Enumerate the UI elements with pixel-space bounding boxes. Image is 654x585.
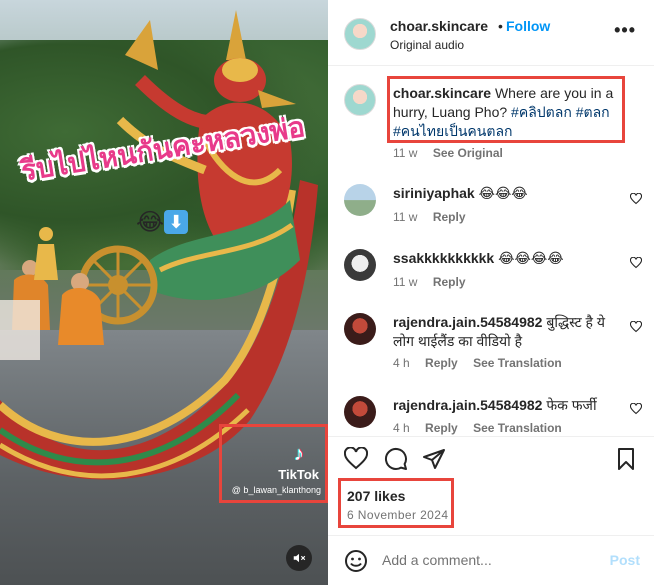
comment-text: siriniyaphak 😂😂😂 — [393, 184, 613, 203]
author-username[interactable]: choar.skincare — [390, 18, 488, 34]
speaker-muted-icon[interactable] — [286, 545, 312, 571]
comment-text: ssakkkkkkkkkk 😂😂😂😂 — [393, 249, 613, 268]
follow-button[interactable]: Follow — [506, 18, 550, 34]
comment-meta: 4 h Reply See Translation — [393, 356, 562, 370]
caption-avatar[interactable] — [344, 84, 376, 116]
comment-body: फेक फर्जी — [546, 397, 597, 413]
likes-count[interactable]: 207 likes — [347, 488, 405, 504]
see-translation-link[interactable]: See Translation — [473, 421, 562, 435]
commenter-username[interactable]: rajendra.jain.54584982 — [393, 314, 542, 330]
comment-meta: 11 w Reply — [393, 275, 466, 289]
author-avatar[interactable] — [344, 18, 376, 50]
video-player[interactable]: รีบไปไหนกันคะหลวงพ่อ 😂 ⬇ ♪ TikTok @ b_la… — [0, 0, 328, 585]
comment-time: 4 h — [393, 421, 410, 435]
likes-highlight: 207 likes 6 November 2024 — [338, 478, 454, 528]
share-icon[interactable] — [422, 447, 446, 471]
comment-body: 😂😂😂 — [478, 185, 528, 201]
comment-time: 11 w — [393, 210, 418, 224]
down-arrow-emoji-icon: ⬇ — [164, 210, 188, 234]
comment-meta: 4 h Reply See Translation — [393, 421, 562, 435]
caption-hashtag[interactable]: #คลิปตลก — [511, 104, 572, 120]
tiktok-watermark-brand: TikTok — [278, 467, 319, 482]
emoji-icon[interactable] — [344, 549, 368, 573]
commenter-avatar[interactable] — [344, 313, 376, 345]
comment-body: 😂😂😂😂 — [498, 250, 564, 266]
laughing-emoji-icon: 😂 — [136, 209, 165, 236]
reply-button[interactable]: Reply — [425, 421, 458, 435]
comment-meta: 11 w Reply — [393, 210, 466, 224]
reply-button[interactable]: Reply — [433, 210, 466, 224]
caption-username[interactable]: choar.skincare — [393, 85, 491, 101]
bookmark-icon[interactable] — [614, 447, 638, 471]
caption-hashtag[interactable]: #ตลก — [576, 104, 610, 120]
caption-time: 11 w — [393, 146, 418, 160]
caption-hashtag[interactable]: #คนไทยเป็นคนตลก — [393, 123, 513, 139]
post-side-panel: choar.skincare • Follow Original audio •… — [328, 0, 654, 585]
comment-composer: Add a comment... Post — [328, 535, 654, 585]
heart-icon[interactable] — [630, 193, 642, 205]
tiktok-watermark-user: @ b_lawan_klanthong — [231, 485, 321, 495]
heart-icon[interactable] — [630, 257, 642, 269]
reply-button[interactable]: Reply — [433, 275, 466, 289]
commenter-username[interactable]: rajendra.jain.54584982 — [393, 397, 542, 413]
commenter-avatar[interactable] — [344, 249, 376, 281]
post-caption: choar.skincare Where are you in a hurry,… — [393, 84, 621, 141]
post-date: 6 November 2024 — [347, 508, 449, 522]
comment-time: 4 h — [393, 356, 410, 370]
audio-label[interactable]: Original audio — [390, 38, 464, 52]
more-options-icon[interactable]: ••• — [614, 20, 636, 41]
comment-input[interactable]: Add a comment... — [382, 552, 492, 568]
heart-icon[interactable] — [344, 447, 368, 471]
tiktok-watermark-highlight: ♪ TikTok @ b_lawan_klanthong — [219, 424, 328, 503]
commenter-username[interactable]: siriniyaphak — [393, 185, 475, 201]
commenter-avatar[interactable] — [344, 396, 376, 428]
header-separator: • — [498, 18, 503, 34]
heart-icon[interactable] — [630, 403, 642, 415]
post-header: choar.skincare • Follow Original audio •… — [328, 0, 654, 66]
commenter-username[interactable]: ssakkkkkkkkkk — [393, 250, 494, 266]
see-original-link[interactable]: See Original — [433, 146, 503, 160]
caption-meta: 11 w See Original — [393, 146, 503, 160]
commenter-avatar[interactable] — [344, 184, 376, 216]
reply-button[interactable]: Reply — [425, 356, 458, 370]
comment-text: rajendra.jain.54584982 बुद्धिस्ट है ये ल… — [393, 313, 615, 351]
comments-list[interactable]: choar.skincare Where are you in a hurry,… — [328, 66, 654, 436]
heart-icon[interactable] — [630, 321, 642, 333]
see-translation-link[interactable]: See Translation — [473, 356, 562, 370]
comment-icon[interactable] — [384, 447, 408, 471]
tiktok-logo-icon: ♪ — [294, 443, 304, 465]
comment-time: 11 w — [393, 275, 418, 289]
comment-text: rajendra.jain.54584982 फेक फर्जी — [393, 396, 615, 415]
post-button[interactable]: Post — [610, 552, 640, 568]
post-action-bar — [328, 436, 654, 478]
